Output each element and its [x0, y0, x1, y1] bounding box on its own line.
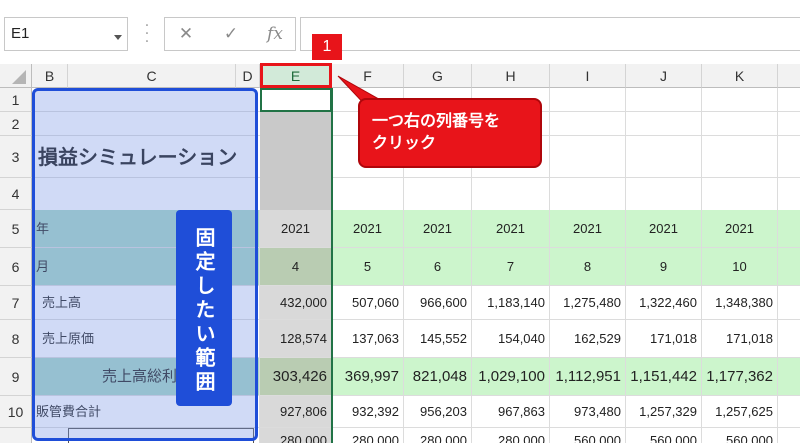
cell-h9[interactable]: 1,029,100	[472, 358, 550, 396]
row-header-11[interactable]	[0, 428, 32, 443]
cell-g7[interactable]: 966,600	[404, 286, 472, 320]
formula-bar-grip-icon: · · ·	[144, 18, 150, 50]
name-box[interactable]: E1	[4, 17, 128, 51]
cell-i9[interactable]: 1,112,951	[550, 358, 626, 396]
cell-f6[interactable]: 5	[332, 248, 404, 286]
formula-input[interactable]	[300, 17, 800, 51]
cell-i11[interactable]: 560,000	[550, 428, 626, 443]
column-header-l[interactable]	[778, 64, 800, 88]
cell-l5[interactable]	[778, 210, 800, 248]
cell-i10[interactable]: 973,480	[550, 396, 626, 428]
cell-i5[interactable]: 2021	[550, 210, 626, 248]
column-header-i[interactable]: I	[550, 64, 626, 88]
cell-g6[interactable]: 6	[404, 248, 472, 286]
cell-g5[interactable]: 2021	[404, 210, 472, 248]
column-header-d[interactable]: D	[236, 64, 260, 88]
column-header-g[interactable]: G	[404, 64, 472, 88]
cell-h6[interactable]: 7	[472, 248, 550, 286]
column-header-k[interactable]: K	[702, 64, 778, 88]
cell-e2-e4[interactable]	[260, 112, 332, 210]
cell-l7[interactable]	[778, 286, 800, 320]
cell-k8[interactable]: 171,018	[702, 320, 778, 358]
row-header-1[interactable]: 1	[0, 88, 32, 112]
cell-g8[interactable]: 145,552	[404, 320, 472, 358]
cell-j9[interactable]: 1,151,442	[626, 358, 702, 396]
column-header-b[interactable]: B	[32, 64, 68, 88]
enter-icon[interactable]: ✓	[221, 24, 241, 44]
cell-e8[interactable]: 128,574	[260, 320, 332, 358]
cell-f10[interactable]: 932,392	[332, 396, 404, 428]
cell-h10[interactable]: 967,863	[472, 396, 550, 428]
cell-h7[interactable]: 1,183,140	[472, 286, 550, 320]
cell-k10[interactable]: 1,257,625	[702, 396, 778, 428]
instruction-callout: 一つ右の列番号を クリック	[358, 98, 542, 168]
name-box-dropdown-icon[interactable]	[114, 26, 122, 40]
cell-e1-selected[interactable]	[260, 88, 332, 112]
cell-i8[interactable]: 162,529	[550, 320, 626, 358]
cancel-icon[interactable]: ✕	[176, 24, 196, 44]
cell-l9[interactable]	[778, 358, 800, 396]
cell-i6[interactable]: 8	[550, 248, 626, 286]
cell-g9[interactable]: 821,048	[404, 358, 472, 396]
cell-j5[interactable]: 2021	[626, 210, 702, 248]
row-header-2[interactable]: 2	[0, 112, 32, 136]
row-header-4[interactable]: 4	[0, 178, 32, 210]
column-header-c[interactable]: C	[68, 64, 236, 88]
cell-j11[interactable]: 560,000	[626, 428, 702, 443]
freeze-pane-line	[331, 88, 333, 443]
column-header-h[interactable]: H	[472, 64, 550, 88]
cell-k9[interactable]: 1,177,362	[702, 358, 778, 396]
row-header-10[interactable]: 10	[0, 396, 32, 428]
cell-g11[interactable]: 280,000	[404, 428, 472, 443]
cell-h8[interactable]: 154,040	[472, 320, 550, 358]
column-header-j[interactable]: J	[626, 64, 702, 88]
cell-e5[interactable]: 2021	[260, 210, 332, 248]
cell-l10[interactable]	[778, 396, 800, 428]
gridline	[777, 88, 778, 210]
column-e-highlight-box	[260, 63, 332, 88]
callout-line-1: 一つ右の列番号を	[372, 111, 501, 130]
cell-j10[interactable]: 1,257,329	[626, 396, 702, 428]
cell-h11[interactable]: 280,000	[472, 428, 550, 443]
cell-k5[interactable]: 2021	[702, 210, 778, 248]
callout-line-2: クリック	[372, 133, 437, 152]
cell-e11[interactable]: 280,000	[260, 428, 332, 443]
freeze-range-label: 固定したい範囲	[176, 210, 232, 406]
cell-f8[interactable]: 137,063	[332, 320, 404, 358]
cell-e10[interactable]: 927,806	[260, 396, 332, 428]
row-header-9[interactable]: 9	[0, 358, 32, 396]
cell-f5[interactable]: 2021	[332, 210, 404, 248]
row-header-3[interactable]: 3	[0, 136, 32, 178]
cell-j8[interactable]: 171,018	[626, 320, 702, 358]
cell-g10[interactable]: 956,203	[404, 396, 472, 428]
row-header-7[interactable]: 7	[0, 286, 32, 320]
cell-f11[interactable]: 280,000	[332, 428, 404, 443]
cell-e9[interactable]: 303,426	[260, 358, 332, 396]
gridline	[549, 88, 550, 210]
cell-f9[interactable]: 369,997	[332, 358, 404, 396]
cell-j7[interactable]: 1,322,460	[626, 286, 702, 320]
cell-k7[interactable]: 1,348,380	[702, 286, 778, 320]
row-header-6[interactable]: 6	[0, 248, 32, 286]
cell-l8[interactable]	[778, 320, 800, 358]
cell-f7[interactable]: 507,060	[332, 286, 404, 320]
gridline	[701, 88, 702, 210]
cell-k6[interactable]: 10	[702, 248, 778, 286]
cell-k11[interactable]: 560,000	[702, 428, 778, 443]
step-number-badge: 1	[312, 34, 342, 60]
insert-function-icon[interactable]: fx	[264, 24, 286, 44]
gridline	[625, 88, 626, 210]
cell-j6[interactable]: 9	[626, 248, 702, 286]
select-all-corner[interactable]	[0, 64, 32, 88]
cell-h5[interactable]: 2021	[472, 210, 550, 248]
cell-e6[interactable]: 4	[260, 248, 332, 286]
cell-e7[interactable]: 432,000	[260, 286, 332, 320]
row-header-8[interactable]: 8	[0, 320, 32, 358]
row-header-5[interactable]: 5	[0, 210, 32, 248]
cell-l6[interactable]	[778, 248, 800, 286]
cell-i7[interactable]: 1,275,480	[550, 286, 626, 320]
